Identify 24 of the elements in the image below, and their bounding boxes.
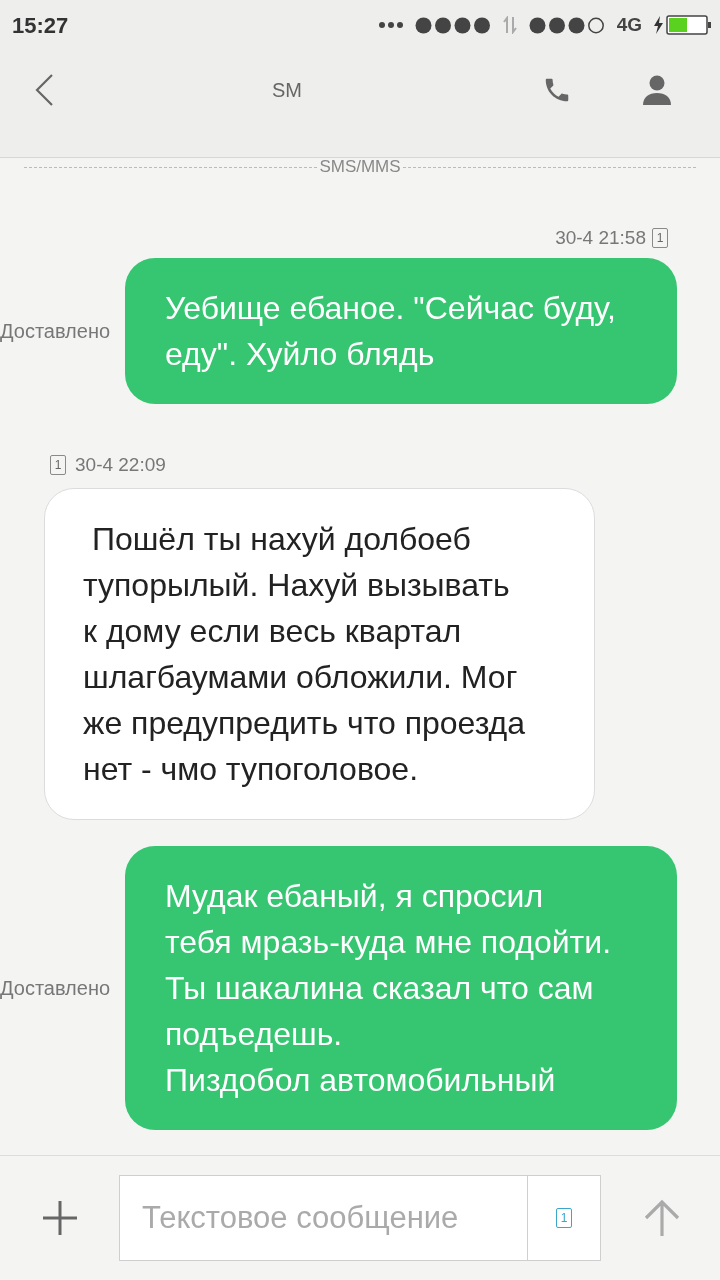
delivery-status: Доставлено <box>0 320 111 342</box>
channel-label: SMS/MMS <box>318 158 402 176</box>
contact-button[interactable] <box>642 73 672 107</box>
data-transfer-icon <box>502 16 517 34</box>
sent-message-bubble: Мудак ебаный, я спросил тебя мразь-куда мне подойти. Ты шакалина сказал что сам подъедешь. Пиздобол автомобильный <box>125 846 677 1130</box>
battery-icon <box>666 15 712 35</box>
delivery-status: Доставлено <box>0 977 111 999</box>
signal-strength-icon <box>414 16 491 34</box>
received-message-bubble: Пошёл ты нахуй долбоеб тупорылый. Нахуй вызывать к дому если весь квартал шлагбаумами обложили. Мог же предупредить что проезда нет - чмо тупоголовое. <box>44 488 595 820</box>
message-input[interactable]: Текстовое сообщение <box>119 1175 527 1261</box>
sent-message-bubble: Уебище ебаное. "Сейчас буду, еду". Хуйло блядь <box>125 258 677 404</box>
message-time: 30-4 21:58 <box>555 225 646 250</box>
sim-card-number: 1 <box>652 228 668 248</box>
signal-strength-icon <box>528 16 605 34</box>
message-time: 30-4 22:09 <box>75 452 166 477</box>
charging-bolt-icon <box>654 16 663 34</box>
clock-time: 15:27 <box>12 11 69 40</box>
sim-card-number: 1 <box>50 455 66 475</box>
network-type: 4G <box>616 12 642 37</box>
more-dots-icon <box>378 22 403 28</box>
sim-card-number: 1 <box>556 1208 572 1228</box>
add-attachment-button[interactable] <box>40 1198 80 1238</box>
sim-select-button[interactable]: 1 <box>527 1175 601 1261</box>
contact-name: SM <box>272 78 302 103</box>
